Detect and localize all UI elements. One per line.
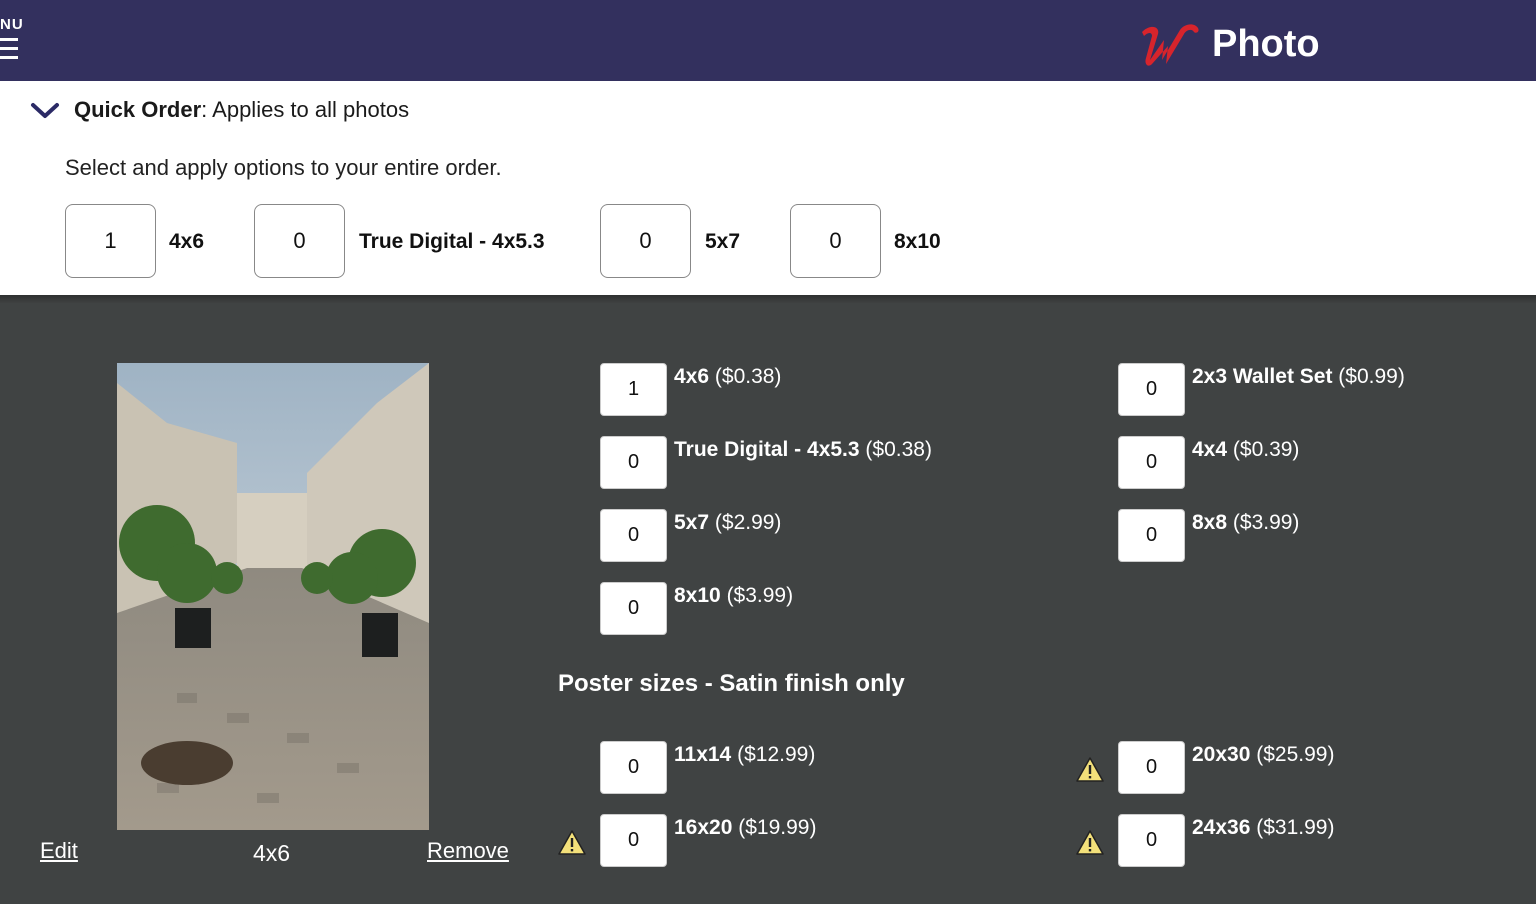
photo-image bbox=[117, 363, 429, 830]
qty-input-true-digital[interactable] bbox=[600, 436, 667, 489]
option-label-true-digital: True Digital - 4x5.3 ($0.38) bbox=[674, 438, 932, 461]
qty-input-5x7[interactable] bbox=[600, 509, 667, 562]
hamburger-menu-icon bbox=[0, 38, 18, 60]
photo-size-caption: 4x6 bbox=[253, 840, 291, 866]
quick-label-5x7: 5x7 bbox=[705, 230, 741, 253]
qty-input-8x8[interactable] bbox=[1118, 509, 1185, 562]
option-label-4x4: 4x4 ($0.39) bbox=[1192, 438, 1300, 461]
quick-qty-5x7[interactable] bbox=[600, 204, 691, 278]
warning-triangle-icon bbox=[558, 830, 586, 855]
quick-order-panel: Quick Order: Applies to all photos Selec… bbox=[0, 81, 1536, 295]
qty-input-20x30[interactable] bbox=[1118, 741, 1185, 794]
option-label-11x14: 11x14 ($12.99) bbox=[674, 743, 816, 766]
quick-order-title-bold: Quick Order bbox=[74, 97, 202, 122]
quick-order-title[interactable]: Quick Order: Applies to all photos bbox=[74, 97, 409, 123]
qty-input-8x10[interactable] bbox=[600, 582, 667, 635]
option-label-16x20: 16x20 ($19.99) bbox=[674, 816, 817, 839]
walgreens-w-logo bbox=[1142, 24, 1199, 66]
qty-input-wallet-set[interactable] bbox=[1118, 363, 1185, 416]
menu-label: NU bbox=[0, 16, 24, 33]
option-label-8x8: 8x8 ($3.99) bbox=[1192, 511, 1300, 534]
poster-sizes-heading: Poster sizes - Satin finish only bbox=[558, 670, 905, 697]
option-label-20x30: 20x30 ($25.99) bbox=[1192, 743, 1335, 766]
quick-order-subtitle: Select and apply options to your entire … bbox=[65, 155, 502, 180]
edit-link[interactable]: Edit bbox=[40, 838, 78, 864]
warning-triangle-icon bbox=[1076, 757, 1104, 782]
quick-qty-4x6[interactable] bbox=[65, 204, 156, 278]
photo-thumbnail[interactable] bbox=[117, 363, 429, 830]
section-divider bbox=[0, 295, 1536, 303]
menu-button[interactable]: NU bbox=[0, 14, 24, 66]
quick-order-title-rest: : Applies to all photos bbox=[201, 97, 410, 122]
top-header: NU Photo bbox=[0, 0, 1536, 81]
remove-link[interactable]: Remove bbox=[427, 838, 509, 864]
qty-input-24x36[interactable] bbox=[1118, 814, 1185, 867]
quick-qty-true-digital[interactable] bbox=[254, 204, 345, 278]
option-label-8x10: 8x10 ($3.99) bbox=[674, 584, 794, 607]
quick-qty-8x10[interactable] bbox=[790, 204, 881, 278]
option-label-5x7: 5x7 ($2.99) bbox=[674, 511, 782, 534]
qty-input-11x14[interactable] bbox=[600, 741, 667, 794]
quick-label-true-digital: True Digital - 4x5.3 bbox=[359, 230, 545, 253]
quick-label-8x10: 8x10 bbox=[894, 230, 941, 253]
option-label-24x36: 24x36 ($31.99) bbox=[1192, 816, 1335, 839]
quick-label-4x6: 4x6 bbox=[169, 230, 205, 253]
warning-triangle-icon bbox=[1076, 830, 1104, 855]
brand-text: Photo bbox=[1212, 22, 1320, 65]
brand-logo[interactable]: Photo bbox=[1136, 20, 1320, 68]
qty-input-16x20[interactable] bbox=[600, 814, 667, 867]
qty-input-4x4[interactable] bbox=[1118, 436, 1185, 489]
option-label-wallet-set: 2x3 Wallet Set ($0.99) bbox=[1192, 365, 1405, 388]
qty-input-4x6[interactable] bbox=[600, 363, 667, 416]
chevron-down-icon[interactable] bbox=[30, 99, 60, 121]
option-label-4x6: 4x6 ($0.38) bbox=[674, 365, 782, 388]
